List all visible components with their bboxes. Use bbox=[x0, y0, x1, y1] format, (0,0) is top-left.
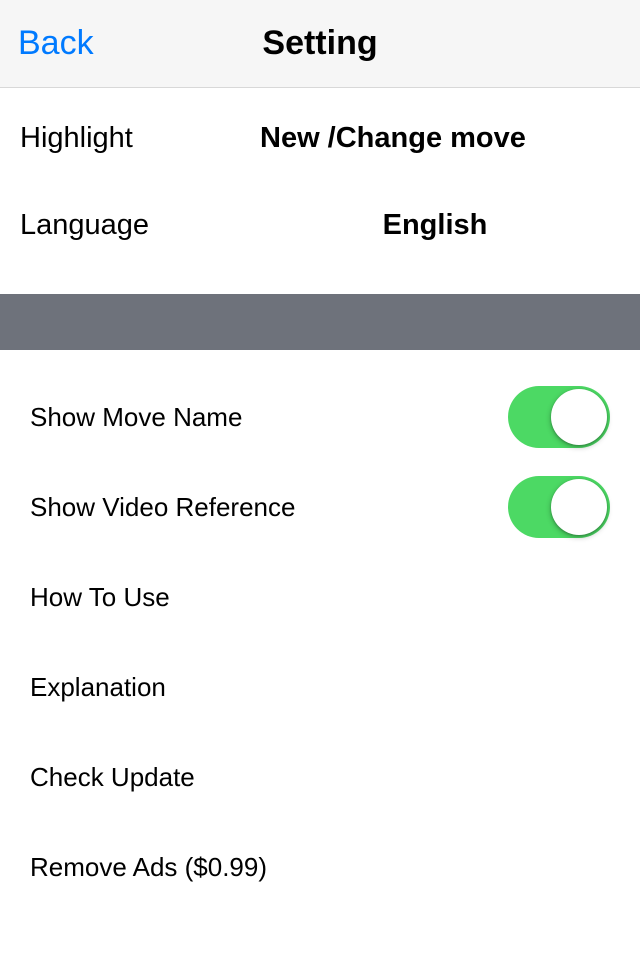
language-label: Language bbox=[20, 209, 260, 242]
how-to-use-label: How To Use bbox=[30, 582, 170, 613]
section-separator bbox=[0, 294, 640, 350]
toggle-knob bbox=[551, 389, 607, 445]
explanation-label: Explanation bbox=[30, 672, 166, 703]
show-video-reference-row: Show Video Reference bbox=[0, 462, 640, 552]
show-video-reference-label: Show Video Reference bbox=[30, 492, 295, 523]
highlight-label: Highlight bbox=[20, 122, 260, 155]
bottom-options-section: Show Move Name Show Video Reference How … bbox=[0, 350, 640, 912]
back-button[interactable]: Back bbox=[18, 24, 94, 63]
remove-ads-row[interactable]: Remove Ads ($0.99) bbox=[0, 822, 640, 912]
top-settings-section: Highlight New /Change move Language Engl… bbox=[0, 88, 640, 294]
language-value: English bbox=[250, 209, 620, 242]
show-move-name-row: Show Move Name bbox=[0, 372, 640, 462]
navigation-bar: Back Setting bbox=[0, 0, 640, 88]
remove-ads-label: Remove Ads ($0.99) bbox=[30, 852, 267, 883]
how-to-use-row[interactable]: How To Use bbox=[0, 552, 640, 642]
explanation-row[interactable]: Explanation bbox=[0, 642, 640, 732]
check-update-row[interactable]: Check Update bbox=[0, 732, 640, 822]
show-move-name-label: Show Move Name bbox=[30, 402, 242, 433]
highlight-value: New /Change move bbox=[260, 122, 620, 155]
check-update-label: Check Update bbox=[30, 762, 195, 793]
toggle-knob bbox=[551, 479, 607, 535]
page-title: Setting bbox=[262, 24, 377, 63]
show-move-name-toggle[interactable] bbox=[508, 386, 610, 448]
highlight-setting-row[interactable]: Highlight New /Change move bbox=[0, 88, 640, 189]
language-setting-row[interactable]: Language English bbox=[0, 189, 640, 294]
show-video-reference-toggle[interactable] bbox=[508, 476, 610, 538]
